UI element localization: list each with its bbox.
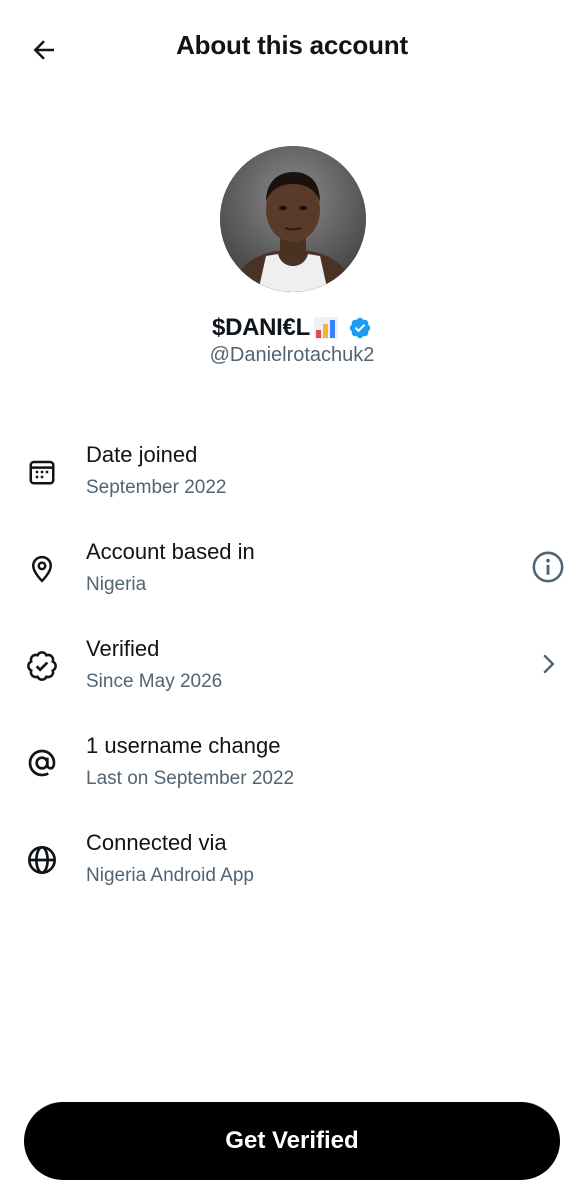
info-subtitle: Nigeria: [86, 574, 147, 595]
info-title: 1 username change: [86, 733, 281, 758]
list-item-date-joined: Date joined September 2022: [0, 430, 584, 510]
verified-badge-outline-icon: [24, 648, 60, 684]
info-title: Verified: [86, 636, 160, 661]
avatar: [220, 146, 366, 292]
calendar-icon: [24, 454, 60, 490]
info-subtitle: Since May 2026: [86, 671, 223, 692]
info-subtitle: Nigeria Android App: [86, 865, 254, 886]
info-subtitle: Last on September 2022: [86, 768, 295, 789]
info-subtitle: September 2022: [86, 477, 227, 498]
info-title: Connected via: [86, 830, 227, 855]
username-handle: @Danielrotachuk2: [209, 344, 375, 366]
info-circle-icon: [532, 551, 564, 583]
list-item-verified[interactable]: Verified Since May 2026: [0, 624, 584, 704]
get-verified-button[interactable]: Get Verified: [24, 1102, 560, 1180]
profile-name-row: $DANI€L: [0, 314, 584, 342]
page-title: About this account: [176, 30, 408, 60]
list-item-account-based-in: Account based in Nigeria: [0, 527, 584, 607]
display-name: $DANI€L: [212, 314, 310, 341]
info-title: Account based in: [86, 539, 255, 564]
list-item-connected-via: Connected via Nigeria Android App: [0, 818, 584, 898]
verified-details-button[interactable]: [530, 646, 566, 682]
info-title: Date joined: [86, 442, 198, 467]
location-pin-icon: [24, 551, 60, 587]
bar-chart-emoji: [313, 317, 338, 339]
at-sign-icon: [24, 745, 60, 781]
top-app-bar: About this account: [0, 0, 584, 96]
list-item-username-change: 1 username change Last on September 2022: [0, 721, 584, 801]
globe-icon: [24, 842, 60, 878]
verified-badge-icon: [349, 317, 371, 339]
info-button[interactable]: [530, 549, 566, 585]
chevron-right-icon: [543, 654, 555, 674]
